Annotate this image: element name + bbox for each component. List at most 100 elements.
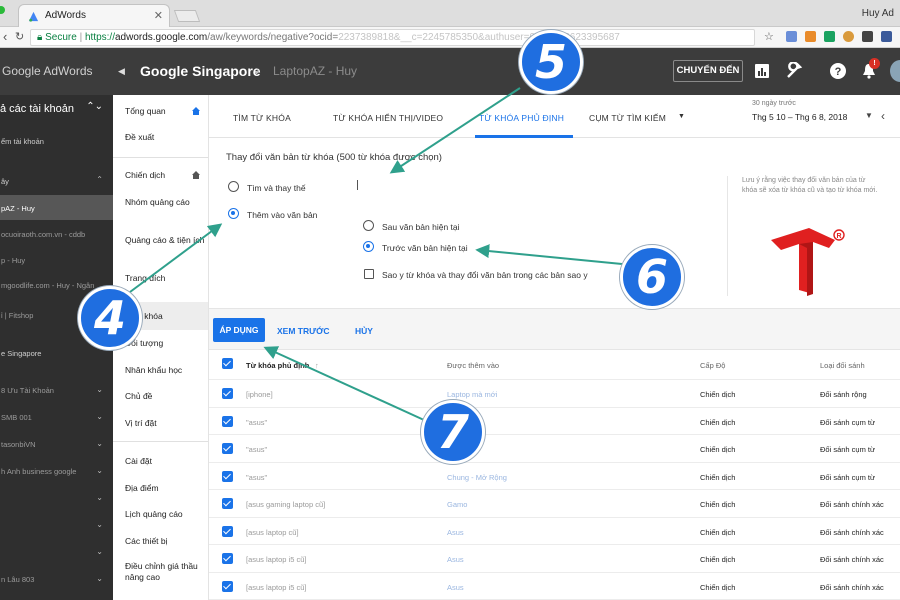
table-row[interactable]: [asus gaming laptop cũ] Gamo Chiến dịch Đối… [209,490,900,518]
extension-icon[interactable] [881,31,892,42]
match-type-cell[interactable]: Đối sánh chính xác [820,528,884,537]
tools-wrench-icon[interactable] [785,62,803,80]
row-checkbox[interactable] [222,498,233,509]
table-row[interactable]: "asus"RộngChiến dịchĐối sánh cụm từ [209,435,900,463]
menu-item-placements[interactable]: Vị trí đặt [125,418,205,429]
sidebar-item-selected[interactable]: pAZ - Huy [0,195,113,220]
menu-item-ad-schedule[interactable]: Lịch quảng cáo [125,509,205,520]
row-checkbox[interactable] [222,388,233,399]
match-type-cell[interactable]: Đối sánh cụm từ [820,445,875,454]
tab-search-terms[interactable]: CỤM TỪ TÌM KIẾM [589,113,666,123]
table-row[interactable]: [asus laptop cũ] Asus Chiến dịch Đối sánh c… [209,518,900,545]
preview-button[interactable]: XEM TRƯỚC [277,326,330,336]
match-type-cell[interactable]: Đối sánh rộng [820,390,867,399]
cancel-button[interactable]: HỦY [355,326,373,336]
menu-item-recommendations[interactable]: Đề xuất [125,132,205,143]
added-to-cell[interactable]: Gamo [447,500,467,509]
find-replace-label[interactable]: Tìm và thay thế [247,183,306,193]
account-name[interactable]: Google Singapore [140,63,261,79]
date-dropdown-icon[interactable]: ▼ [865,111,873,120]
after-text-radio[interactable] [363,220,374,231]
added-to-cell[interactable]: Chung - Mở Rộng [447,473,507,482]
append-text-label[interactable]: Thêm vào văn bản [247,210,317,220]
menu-item-locations[interactable]: Địa điểm [125,483,205,494]
keyword-cell[interactable]: [asus laptop i5 cũ] [246,555,306,564]
column-header-match-type[interactable]: Loại đối sánh [820,361,865,370]
row-checkbox[interactable] [222,415,233,427]
bookmark-star-icon[interactable]: ☆ [764,30,774,44]
before-text-label[interactable]: Trước văn bản hiện tại [382,243,468,253]
column-header-added-to[interactable]: Được thêm vào [447,361,499,370]
row-checkbox[interactable] [222,470,233,482]
added-to-cell[interactable]: Asus [447,528,464,537]
table-row[interactable]: "asus"RộngChiến dịchĐối sánh cụm từ [209,408,900,435]
menu-item-settings[interactable]: Cài đặt [125,456,205,467]
chevron-down-icon[interactable]: ⌄ [96,520,103,529]
keyword-cell[interactable]: "asus" [246,473,267,482]
menu-item-bid-adjustments[interactable]: Điều chỉnh giá thầu nâng cao [125,561,205,583]
tab-negative-keywords[interactable]: TỪ KHÓA PHỦ ĐỊNH [479,113,564,123]
browser-user-label[interactable]: Huy Ad [862,8,894,19]
table-row[interactable]: [asus laptop i5 cũ] Asus Chiến dịch Đối sán… [209,573,900,600]
menu-item-landing-pages[interactable]: Trang đích [125,273,205,284]
home-icon[interactable] [191,170,201,180]
copy-keywords-label[interactable]: Sao y từ khóa và thay đổi văn bản trong … [382,270,588,280]
before-text-radio[interactable] [363,241,374,252]
goto-button[interactable]: CHUYỂN ĐẾN [673,60,743,82]
menu-item-audiences[interactable]: Đối tượng [125,338,205,349]
date-range-selector[interactable]: Thg 5 10 – Thg 6 8, 2018 [752,112,847,122]
menu-item-devices[interactable]: Các thiết bị [125,536,205,547]
match-type-cell[interactable]: Đối sánh cụm từ [820,418,875,427]
campaign-name[interactable]: LaptopAZ - Huy [273,64,357,78]
chevron-down-icon[interactable]: ⌄ [96,547,103,556]
table-row[interactable]: "asus" Chung - Mở Rộng Chiến dịch Đối sánh … [209,463,900,490]
extension-icon[interactable] [824,31,835,42]
row-checkbox[interactable] [222,525,233,537]
row-checkbox[interactable] [222,580,233,592]
chevron-down-icon[interactable]: ⌄ [96,574,103,583]
menu-item-ad-groups[interactable]: Nhóm quảng cáo [125,197,205,208]
new-tab-button[interactable] [173,10,201,22]
after-text-label[interactable]: Sau văn bản hiện tại [382,222,460,232]
sidebar-item[interactable]: ểm tài khoản [0,137,113,146]
chevron-up-icon[interactable]: ⌃ [96,175,103,184]
keyword-cell[interactable]: [asus gaming laptop cũ] [246,500,325,509]
collapse-sidebar-icon[interactable]: ◀ [118,66,125,77]
expand-icon[interactable]: ⌃⌄ [86,101,103,112]
chevron-left-icon[interactable]: ‹ [881,109,885,123]
sidebar-item[interactable]: ocuoiraoth.com.vn - cddb [0,230,113,239]
append-text-radio[interactable] [228,208,239,219]
select-all-checkbox[interactable] [222,358,233,369]
match-type-cell[interactable]: Đối sánh chính xác [820,555,884,564]
keyword-cell[interactable]: [asus laptop cũ] [246,528,299,537]
chevron-down-icon[interactable]: ⌄ [96,385,103,394]
keyword-cell[interactable]: [asus laptop i5 cũ] [246,583,306,592]
menu-item-demographics[interactable]: Nhân khẩu học [125,365,205,376]
chevron-down-icon[interactable]: ⌄ [96,412,103,421]
column-header-level[interactable]: Cấp Độ [700,361,725,370]
avatar[interactable] [890,60,900,82]
menu-item-topics[interactable]: Chủ đề [125,391,205,402]
added-to-cell[interactable]: Asus [447,555,464,564]
home-icon[interactable] [191,106,201,116]
caret-down-icon[interactable]: ▼ [678,113,685,120]
tab-display-video-keywords[interactable]: TỪ KHÓA HIỂN THỊ/VIDEO [333,113,443,123]
sidebar-item[interactable]: e Singapore [0,349,113,358]
extension-icon[interactable] [862,31,873,42]
all-accounts-header[interactable]: ả các tài khoản ⌃⌄ [0,97,113,121]
adwords-logo[interactable]: Google AdWords [2,64,93,78]
extension-icon[interactable] [843,31,854,42]
keyword-cell[interactable]: "asus" [246,445,267,454]
extension-icon[interactable] [786,31,797,42]
table-row[interactable]: [iphone] Laptop mà mới Chiến dịch Đối sánh … [209,380,900,408]
chevron-down-icon[interactable]: ⌄ [96,466,103,475]
table-row[interactable]: [asus laptop i5 cũ] Asus Chiến dịch Đối sán… [209,545,900,573]
chevron-down-icon[interactable]: ⌄ [96,493,103,502]
extension-icon[interactable] [805,31,816,42]
url-input[interactable]: 🔒︎ Secure | https://adwords.google.com/a… [30,29,755,46]
menu-item-ads-extensions[interactable]: Quảng cáo & tiện ích [125,235,205,246]
keyword-cell[interactable]: "asus" [246,418,267,427]
copy-keywords-checkbox[interactable] [364,269,374,279]
added-to-cell[interactable]: Laptop mà mới [447,390,497,399]
back-icon[interactable]: ‹ [3,30,7,44]
